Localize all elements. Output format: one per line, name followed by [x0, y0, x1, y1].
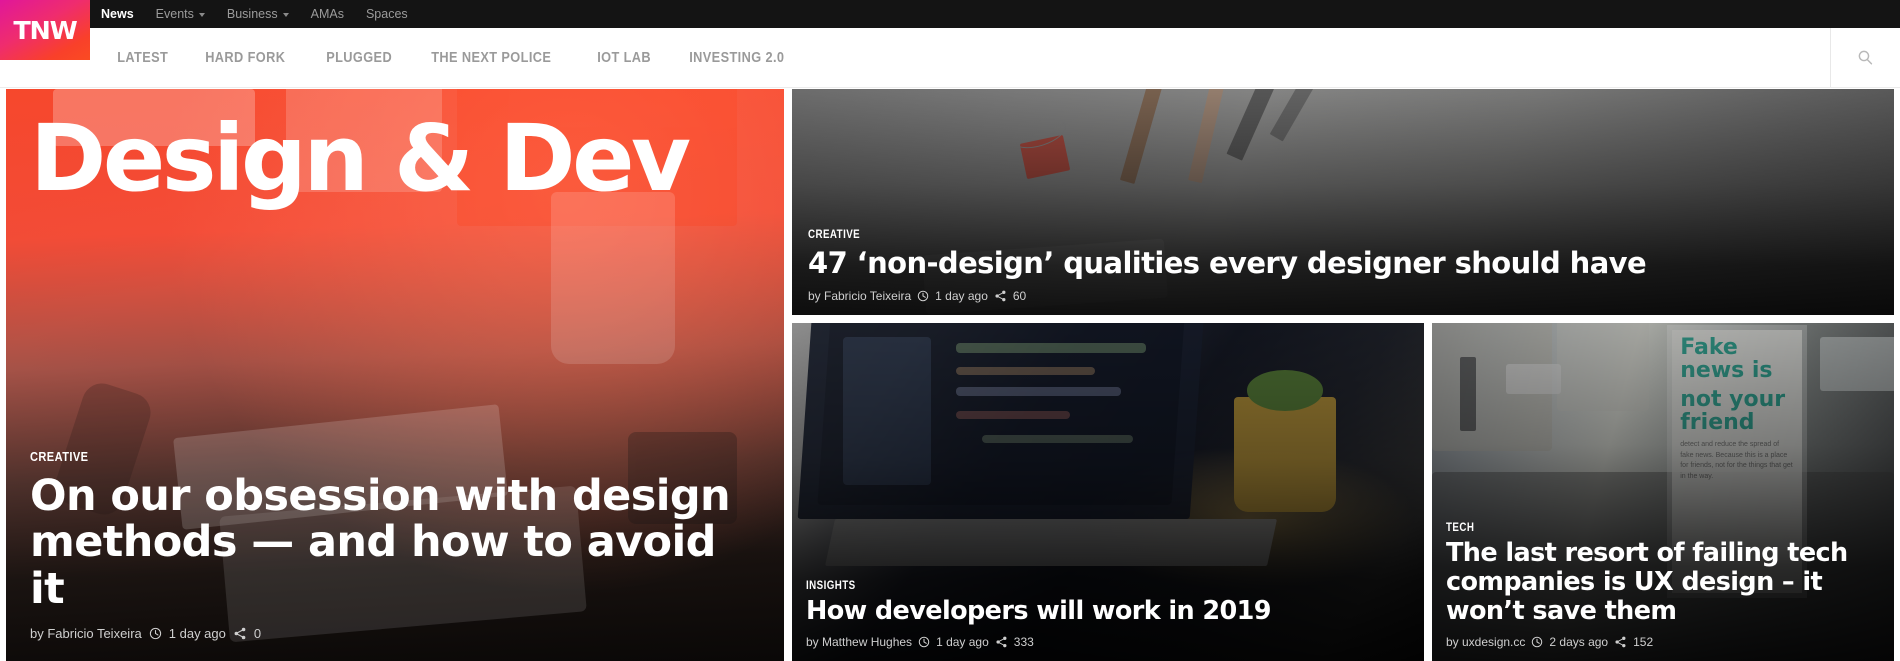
card-right-timestamp: 2 days ago — [1549, 635, 1609, 649]
nav-item-amas-label: AMAs — [310, 7, 344, 21]
hero-timestamp: 1 day ago — [168, 626, 226, 641]
tnw-logo-text: TNW — [13, 15, 77, 45]
subnav-item-the-next-police[interactable]: THE NEXT POLICE — [418, 50, 564, 66]
card-mid-category-label[interactable]: INSIGHTS — [806, 580, 1319, 592]
card-top-category-label[interactable]: CREATIVE — [808, 229, 1718, 241]
card-right-share-count: 152 — [1633, 635, 1654, 649]
subnav-item-latest[interactable]: LATEST — [104, 50, 181, 66]
card-right-headline[interactable]: The last resort of failing tech companie… — [1446, 538, 1880, 626]
card-mid-share-count: 333 — [1013, 635, 1034, 649]
nav-item-events[interactable]: Events — [145, 0, 216, 28]
share-icon[interactable] — [994, 290, 1007, 302]
search-icon[interactable] — [1857, 49, 1874, 66]
nav-item-business[interactable]: Business — [216, 0, 300, 28]
nav-item-events-label: Events — [155, 7, 194, 21]
primary-nav: News Events Business AMAs Spaces — [90, 0, 419, 28]
share-icon[interactable] — [233, 627, 247, 640]
card-top-byline[interactable]: by Fabricio Teixeira — [808, 289, 911, 303]
clock-icon — [149, 627, 161, 640]
nav-item-news[interactable]: News — [90, 0, 145, 28]
nav-item-news-label: News — [101, 7, 134, 21]
hero-byline[interactable]: by Fabricio Teixeira — [30, 626, 142, 641]
card-right-byline[interactable]: by uxdesign.cc — [1446, 635, 1525, 649]
nav-item-spaces[interactable]: Spaces — [355, 0, 419, 28]
card-right-category-label[interactable]: TECH — [1446, 522, 1815, 534]
hero-category-label[interactable]: CREATIVE — [30, 449, 651, 464]
article-card-non-design-qualities[interactable]: CREATIVE 47 ‘non-design’ qualities every… — [792, 89, 1894, 315]
subnav-item-investing-2-0[interactable]: INVESTING 2.0 — [676, 50, 798, 66]
chevron-down-icon — [282, 13, 289, 17]
hero-article-card[interactable]: Design & Dev CREATIVE On our obsession w… — [6, 89, 784, 661]
article-card-how-developers-will-work[interactable]: INSIGHTS How developers will work in 201… — [792, 323, 1424, 661]
nav-item-amas[interactable]: AMAs — [300, 0, 355, 28]
card-top-body: CREATIVE 47 ‘non-design’ qualities every… — [792, 229, 1894, 315]
secondary-navigation-bar: LATEST HARD FORK PLUGGED THE NEXT POLICE… — [0, 28, 1900, 88]
card-mid-body: INSIGHTS How developers will work in 201… — [792, 580, 1424, 661]
category-nav: LATEST HARD FORK PLUGGED THE NEXT POLICE… — [90, 28, 814, 87]
search-button[interactable] — [1830, 28, 1900, 87]
share-icon[interactable] — [995, 636, 1008, 648]
card-mid-byline[interactable]: by Matthew Hughes — [806, 635, 912, 649]
card-top-headline[interactable]: 47 ‘non-design’ qualities every designer… — [808, 247, 1668, 280]
card-mid-headline[interactable]: How developers will work in 2019 — [806, 596, 1410, 626]
card-mid-meta: by Matthew Hughes 1 day ago 333 — [806, 635, 1410, 649]
share-icon[interactable] — [1614, 636, 1627, 648]
article-card-ux-design-last-resort[interactable]: Fake news is not your friend detect and … — [1432, 323, 1894, 661]
top-navigation-bar: News Events Business AMAs Spaces — [0, 0, 1900, 28]
subnav-item-iot-lab[interactable]: IOT LAB — [584, 50, 664, 66]
clock-icon — [1532, 636, 1543, 648]
card-top-share-count: 60 — [1012, 289, 1027, 303]
featured-articles-grid: Design & Dev CREATIVE On our obsession w… — [0, 89, 1900, 661]
clock-icon — [917, 290, 929, 302]
subnav-item-hard-fork[interactable]: HARD FORK — [192, 50, 299, 66]
chevron-down-icon — [198, 13, 205, 17]
card-mid-timestamp: 1 day ago — [936, 635, 989, 649]
tnw-logo[interactable]: TNW — [0, 0, 90, 60]
nav-item-spaces-label: Spaces — [365, 7, 408, 21]
hero-overlay-title: Design & Dev — [30, 105, 691, 212]
hero-meta: by Fabricio Teixeira 1 day ago 0 — [30, 626, 760, 641]
hero-card-body: CREATIVE On our obsession with design me… — [6, 449, 784, 661]
hero-headline[interactable]: On our obsession with design methods — a… — [30, 472, 760, 612]
card-top-timestamp: 1 day ago — [935, 289, 988, 303]
clock-icon — [918, 636, 930, 648]
card-right-body: TECH The last resort of failing tech com… — [1432, 522, 1894, 661]
subnav-item-plugged[interactable]: PLUGGED — [313, 50, 405, 66]
card-right-meta: by uxdesign.cc 2 days ago 152 — [1446, 635, 1880, 649]
nav-item-business-label: Business — [226, 7, 278, 21]
card-top-meta: by Fabricio Teixeira 1 day ago 60 — [808, 289, 1878, 303]
hero-share-count: 0 — [253, 626, 262, 641]
